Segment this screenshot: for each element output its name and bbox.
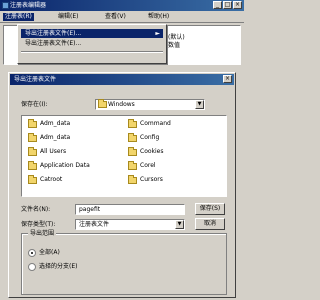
list-item[interactable]: Adm_data (26, 133, 124, 144)
maximize-icon[interactable]: □ (223, 1, 232, 9)
list-item[interactable]: Corel (126, 161, 224, 172)
export-range-title: 导出范围 (28, 229, 57, 238)
menubar: 注册表(R) 编辑(E) 查看(V) 帮助(H) (0, 11, 244, 23)
filetype-select[interactable]: 注册表文件 ▼ (75, 219, 185, 230)
filetype-label: 保存类型(T): (21, 221, 56, 228)
folder-icon (128, 161, 137, 170)
list-item[interactable]: Config (126, 133, 224, 144)
filetype-value: 注册表文件 (79, 221, 110, 228)
value-list-item[interactable]: (默认) (168, 34, 208, 42)
menu-item-label: 导出注册表文件(E)... (25, 30, 82, 37)
list-item[interactable]: Cookies (126, 147, 224, 158)
registry-app-icon (2, 2, 9, 9)
folder-icon (28, 147, 37, 156)
folder-icon (28, 133, 37, 142)
folder-icon (28, 119, 37, 128)
menu-separator (21, 51, 163, 53)
list-item[interactable]: Adm_data (26, 119, 124, 130)
menu-item-label: 导出注册表文件(E)... (25, 40, 82, 47)
export-registry-dialog: 导出注册表文件 × 保存在(I): Windows ▼ Adm_data Com… (8, 72, 236, 298)
radio-button[interactable] (28, 263, 36, 271)
list-item[interactable]: Command (126, 119, 224, 130)
chevron-down-icon[interactable]: ▼ (175, 220, 184, 229)
menu-help[interactable]: 帮助(H) (148, 13, 169, 21)
folder-list[interactable]: Adm_data Command Adm_data Config All Use… (21, 115, 227, 197)
list-item[interactable]: Catroot (26, 175, 124, 186)
app-title: 注册表编辑器 (10, 2, 47, 9)
chevron-down-icon[interactable]: ▼ (195, 100, 204, 109)
save-in-label: 保存在(I): (21, 101, 48, 108)
folder-icon (128, 147, 137, 156)
folder-icon (28, 175, 37, 184)
cancel-button[interactable]: 取消 (195, 218, 225, 230)
menu-view[interactable]: 查看(V) (105, 13, 126, 21)
menu-item-export-registry-2[interactable]: 导出注册表文件(E)... (21, 39, 163, 48)
dialog-titlebar[interactable]: 导出注册表文件 × (10, 74, 234, 85)
submenu-arrow-icon: ► (155, 30, 160, 37)
menu-edit[interactable]: 编辑(E) (58, 13, 78, 21)
folder-icon (28, 161, 37, 170)
dialog-close-icon[interactable]: × (223, 75, 232, 83)
list-item[interactable]: Cursors (126, 175, 224, 186)
close-icon[interactable]: × (233, 1, 242, 9)
folder-icon (128, 119, 137, 128)
menu-registry[interactable]: 注册表(R) (3, 13, 34, 21)
list-item[interactable]: Application Data (26, 161, 124, 172)
minimize-icon[interactable]: _ (213, 1, 222, 9)
save-in-combo[interactable]: Windows ▼ (95, 99, 205, 110)
dialog-title: 导出注册表文件 (14, 76, 57, 83)
filename-label: 文件名(N): (21, 206, 51, 213)
radio-button-selected[interactable] (28, 249, 36, 257)
folder-icon (128, 133, 137, 142)
menu-item-export-registry[interactable]: 导出注册表文件(E)... ► (21, 29, 163, 38)
value-list-fragment: (默认) 数值 (168, 34, 208, 58)
save-in-value: Windows (108, 101, 135, 108)
folder-icon (128, 175, 137, 184)
value-list-item[interactable]: 数值 (168, 42, 208, 50)
app-titlebar[interactable]: 注册表编辑器 _ □ × (0, 0, 244, 11)
registry-menu-dropdown: 导出注册表文件(E)... ► 导出注册表文件(E)... (17, 24, 167, 64)
filename-field[interactable]: pagefit (75, 204, 185, 215)
list-item[interactable]: All Users (26, 147, 124, 158)
export-range-group: 导出范围 全部(A) 选择的分支(E) (21, 229, 227, 295)
window-controls: _ □ × (213, 1, 242, 9)
save-button[interactable]: 保存(S) (195, 203, 225, 215)
folder-icon (98, 99, 107, 108)
